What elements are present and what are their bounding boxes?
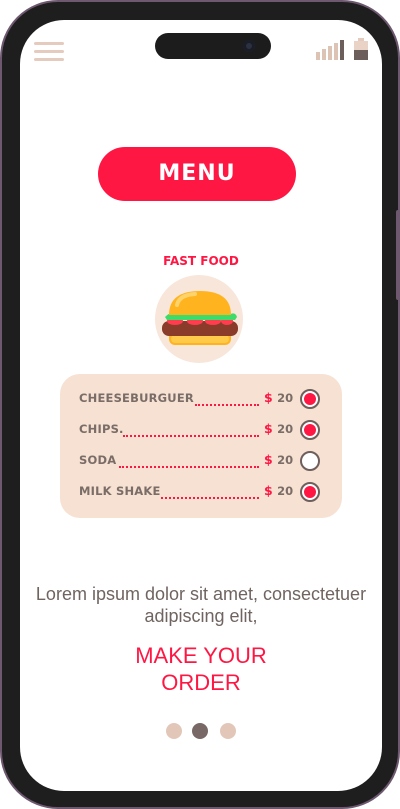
- item-name: MILK SHAKE: [79, 484, 161, 498]
- leader-dots: [123, 423, 259, 437]
- make-order-button[interactable]: MAKE YOUR ORDER: [111, 642, 291, 696]
- item-radio[interactable]: [300, 482, 320, 502]
- page-indicator: [166, 723, 238, 739]
- description-text: Lorem ipsum dolor sit amet, consectetuer…: [35, 584, 367, 626]
- camera-icon: [243, 40, 255, 52]
- camera-notch: [155, 33, 271, 59]
- item-radio[interactable]: [300, 389, 320, 409]
- phone-side-button: [0, 264, 1, 326]
- item-name: CHEESEBURGUER: [79, 391, 194, 405]
- hamburger-menu-icon[interactable]: [34, 40, 66, 62]
- item-radio[interactable]: [300, 420, 320, 440]
- leader-dots: [161, 485, 259, 499]
- list-item[interactable]: CHIPS. $ 20: [79, 419, 325, 443]
- leader-dots: [195, 392, 259, 406]
- phone-frame: MENU FAST FOOD CHEESEBURGUER $ 20 CHIPS.…: [0, 0, 400, 809]
- page-dot[interactable]: [166, 723, 182, 739]
- list-item[interactable]: MILK SHAKE $ 20: [79, 481, 325, 505]
- app-screen: MENU FAST FOOD CHEESEBURGUER $ 20 CHIPS.…: [20, 20, 382, 791]
- menu-button[interactable]: MENU: [98, 147, 296, 201]
- item-name: SODA: [79, 453, 117, 467]
- battery-level: [354, 49, 368, 60]
- page-dot-active[interactable]: [192, 723, 208, 739]
- section-title: FAST FOOD: [163, 254, 239, 268]
- menu-card: CHEESEBURGUER $ 20 CHIPS. $ 20 SODA $ 20…: [60, 374, 342, 518]
- phone-side-button: [0, 122, 1, 156]
- phone-side-button: [396, 210, 400, 300]
- signal-bars-icon: [316, 40, 348, 60]
- item-price: $ 20: [264, 421, 294, 436]
- phone-side-button: [0, 188, 1, 250]
- item-name: CHIPS.: [79, 422, 124, 436]
- leader-dots: [119, 454, 259, 468]
- item-price: $ 20: [264, 452, 294, 467]
- page-dot[interactable]: [220, 723, 236, 739]
- list-item[interactable]: CHEESEBURGUER $ 20: [79, 388, 325, 412]
- item-radio[interactable]: [300, 451, 320, 471]
- list-item[interactable]: SODA $ 20: [79, 450, 325, 474]
- item-price: $ 20: [264, 390, 294, 405]
- item-price: $ 20: [264, 483, 294, 498]
- burger-icon: [155, 275, 243, 363]
- battery-icon: [354, 38, 368, 60]
